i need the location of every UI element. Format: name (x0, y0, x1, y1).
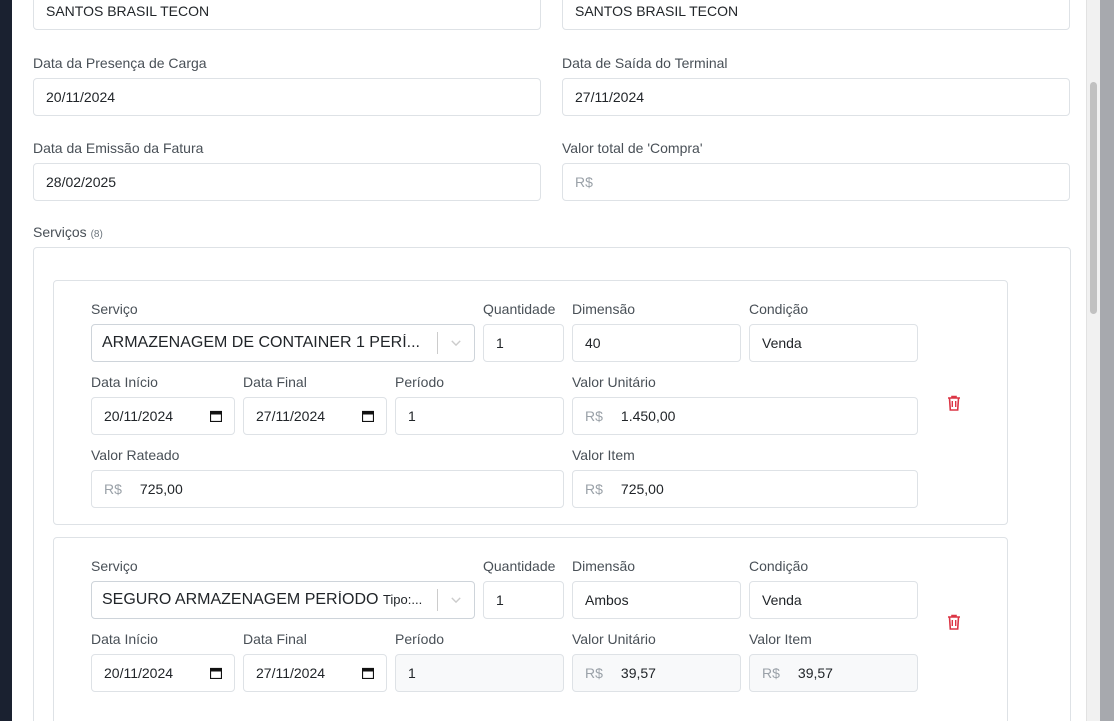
dimensao-field-2[interactable]: Ambos (572, 581, 741, 619)
modal-dialog: SANTOS BRASIL TECON SANTOS BRASIL TECON … (12, 0, 1100, 721)
final-label-2: Data Final (243, 631, 307, 647)
rateado-value-1: 725,00 (139, 481, 183, 497)
backdrop-overlay-right (1100, 0, 1114, 721)
periodo-field-1[interactable]: 1 (395, 397, 564, 435)
calendar-icon[interactable] (210, 410, 222, 422)
dimensao-label-2: Dimensão (572, 558, 636, 574)
condicao-value-2: Venda (762, 592, 802, 608)
periodo-label-1: Período (395, 374, 445, 390)
unitario-label-1: Valor Unitário (572, 374, 656, 390)
item-value-2: 39,57 (797, 665, 833, 681)
unitario-value-1: 1.450,00 (620, 408, 676, 424)
unitario-field-1[interactable]: R$ 1.450,00 (572, 397, 918, 435)
servico-tipo-2: Tipo:... (382, 592, 423, 607)
services-count: (8) (90, 229, 103, 240)
quantidade-label-1: Quantidade (483, 301, 556, 317)
saida-value: 27/11/2024 (575, 89, 645, 105)
rateado-prefix-1: R$ (104, 481, 122, 497)
periodo-value-2: 1 (408, 665, 416, 681)
inicio-value-1: 20/11/2024 (104, 408, 174, 424)
scrollbar[interactable] (1086, 0, 1100, 721)
dimensao-label-1: Dimensão (572, 301, 636, 317)
unitario-prefix-1: R$ (585, 408, 603, 424)
emissao-field[interactable]: 28/02/2025 (33, 163, 541, 201)
condicao-label-1: Condição (749, 301, 809, 317)
presenca-field[interactable]: 20/11/2024 (33, 78, 541, 116)
servico-name-2: SEGURO ARMAZENAGEM PERÍODO (102, 591, 379, 608)
final-date-2[interactable]: 27/11/2024 (243, 654, 387, 692)
quantidade-label-2: Quantidade (483, 558, 556, 574)
terminal-value-right: SANTOS BRASIL TECON (575, 3, 739, 19)
quantidade-field-2[interactable]: 1 (483, 581, 564, 619)
item-label-2: Valor Item (749, 631, 812, 647)
quantidade-value-2: 1 (496, 592, 504, 608)
servico-select-2[interactable]: SEGURO ARMAZENAGEM PERÍODO Tipo:... (91, 581, 475, 619)
rateado-label-1: Valor Rateado (91, 447, 180, 463)
unitario-prefix-2: R$ (585, 665, 603, 681)
terminal-value-left: SANTOS BRASIL TECON (46, 3, 210, 19)
rateado-field-1[interactable]: R$ 725,00 (91, 470, 564, 508)
backdrop-sidebar (0, 0, 12, 721)
final-label-1: Data Final (243, 374, 307, 390)
calendar-icon[interactable] (362, 410, 374, 422)
servico-label-1: Serviço (91, 301, 138, 317)
emissao-value: 28/02/2025 (46, 174, 117, 190)
saida-label: Data de Saída do Terminal (562, 55, 728, 71)
final-value-1: 27/11/2024 (256, 408, 326, 424)
calendar-icon[interactable] (362, 667, 374, 679)
unitario-label-2: Valor Unitário (572, 631, 656, 647)
inicio-label-2: Data Início (91, 631, 158, 647)
terminal-field-left[interactable]: SANTOS BRASIL TECON (33, 0, 541, 30)
dimensao-value-1: 40 (585, 335, 601, 351)
servico-value-2: SEGURO ARMAZENAGEM PERÍODO Tipo:... (102, 591, 429, 609)
inicio-date-1[interactable]: 20/11/2024 (91, 397, 235, 435)
trash-icon[interactable] (945, 394, 963, 412)
inicio-date-2[interactable]: 20/11/2024 (91, 654, 235, 692)
terminal-field-right[interactable]: SANTOS BRASIL TECON (562, 0, 1070, 30)
condicao-field-1[interactable]: Venda (749, 324, 918, 362)
emissao-label: Data da Emissão da Fatura (33, 140, 204, 156)
final-date-1[interactable]: 27/11/2024 (243, 397, 387, 435)
item-prefix-2: R$ (762, 665, 780, 681)
final-value-2: 27/11/2024 (256, 665, 326, 681)
valor-compra-prefix: R$ (575, 174, 593, 190)
item-field-1[interactable]: R$ 725,00 (572, 470, 918, 508)
unitario-field-2[interactable]: R$ 39,57 (572, 654, 741, 692)
valor-compra-field[interactable]: R$ (562, 163, 1070, 201)
dimensao-field-1[interactable]: 40 (572, 324, 741, 362)
item-label-1: Valor Item (572, 447, 635, 463)
presenca-value: 20/11/2024 (46, 89, 116, 105)
periodo-value-1: 1 (408, 408, 416, 424)
chevron-down-icon[interactable] (438, 582, 474, 618)
servico-value-1: ARMAZENAGEM DE CONTAINER 1 PERÍ... (102, 334, 420, 351)
quantidade-value-1: 1 (496, 335, 504, 351)
calendar-icon[interactable] (210, 667, 222, 679)
item-value-1: 725,00 (620, 481, 664, 497)
inicio-label-1: Data Início (91, 374, 158, 390)
scrollbar-thumb[interactable] (1090, 82, 1097, 314)
chevron-down-icon[interactable] (438, 325, 474, 361)
item-field-2[interactable]: R$ 39,57 (749, 654, 918, 692)
services-title: Serviços (8) (33, 224, 103, 240)
quantidade-field-1[interactable]: 1 (483, 324, 564, 362)
unitario-value-2: 39,57 (620, 665, 656, 681)
condicao-label-2: Condição (749, 558, 809, 574)
dimensao-value-2: Ambos (585, 592, 629, 608)
servico-label-2: Serviço (91, 558, 138, 574)
condicao-field-2[interactable]: Venda (749, 581, 918, 619)
periodo-label-2: Período (395, 631, 445, 647)
servico-select-1[interactable]: ARMAZENAGEM DE CONTAINER 1 PERÍ... (91, 324, 475, 362)
item-prefix-1: R$ (585, 481, 603, 497)
presenca-label: Data da Presença de Carga (33, 55, 207, 71)
periodo-field-2[interactable]: 1 (395, 654, 564, 692)
trash-icon[interactable] (945, 613, 963, 631)
valor-compra-label: Valor total de 'Compra' (562, 140, 703, 156)
services-title-text: Serviços (33, 224, 87, 240)
inicio-value-2: 20/11/2024 (104, 665, 174, 681)
condicao-value-1: Venda (762, 335, 802, 351)
saida-field[interactable]: 27/11/2024 (562, 78, 1070, 116)
